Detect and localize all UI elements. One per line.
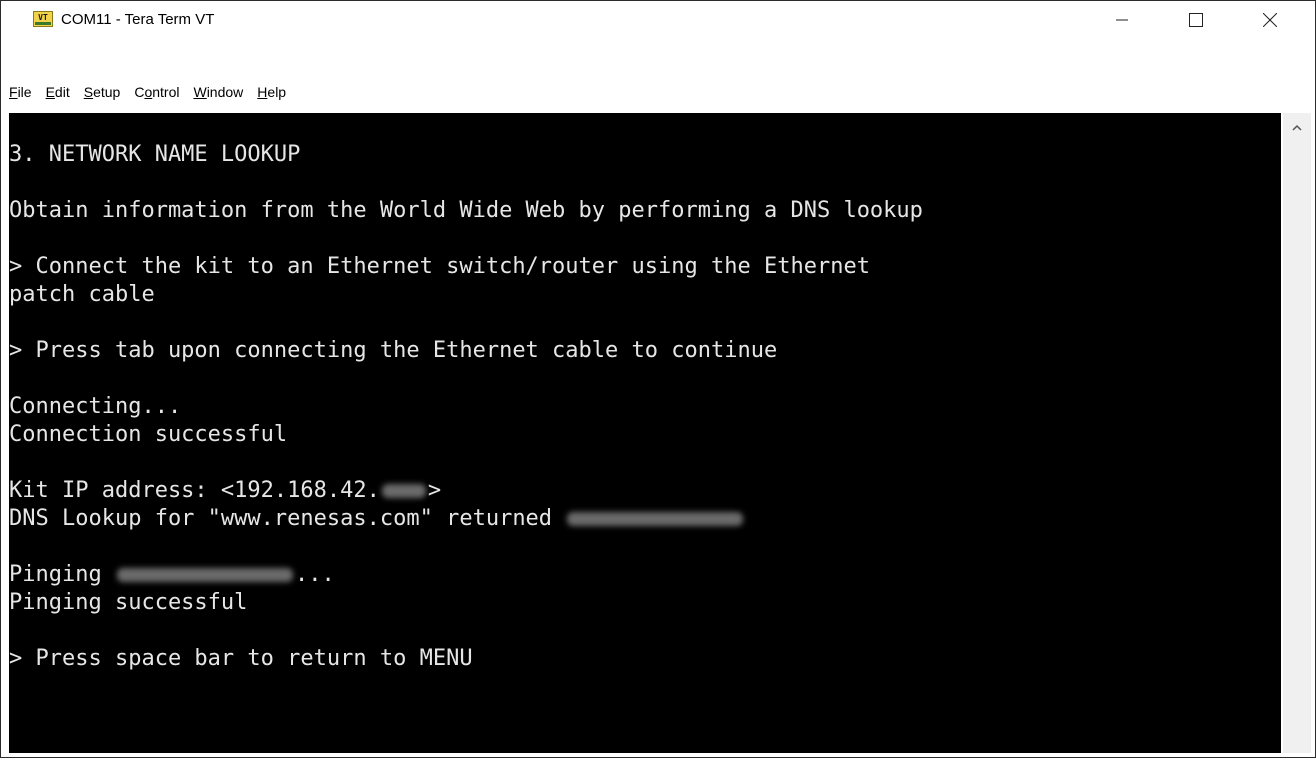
pinging-ellipsis: ... [294,562,335,587]
ip-address-prefix: Kit IP address: <192.168.42. [9,478,380,503]
vertical-scrollbar[interactable] [1283,113,1311,753]
dns-lookup-text: DNS Lookup for "www.renesas.com" returne… [9,506,566,531]
scroll-up-button[interactable] [1283,113,1311,141]
tera-term-window: VT COM11 - Tera Term VT File Edit Setup … [0,0,1316,758]
ip-address-suffix: > [427,478,442,503]
menu-control[interactable]: Control [134,84,179,100]
terminal-line: 3. NETWORK NAME LOOKUP [9,142,301,167]
minimize-icon [1116,19,1128,21]
menu-file[interactable]: File [9,84,32,100]
terminal-output: 3. NETWORK NAME LOOKUP Obtain informatio… [9,141,1281,671]
chevron-up-icon [1292,124,1302,131]
terminal-line: patch cable [9,282,155,307]
menu-bar: File Edit Setup Control Window Help [1,79,1315,105]
terminal-line: Pinging ... [9,561,335,589]
redacted-value [381,484,426,498]
terminal-screen[interactable]: 3. NETWORK NAME LOOKUP Obtain informatio… [9,113,1281,753]
terminal-line: > Connect the kit to an Ethernet switch/… [9,254,870,279]
menu-window[interactable]: Window [193,84,243,100]
window-title: COM11 - Tera Term VT [61,11,215,28]
terminal-line: Connection successful [9,422,288,447]
pinging-text: Pinging [9,562,115,587]
terminal-line: Connecting... [9,394,182,419]
terminal-line: > Press tab upon connecting the Ethernet… [9,338,778,363]
terminal-line: Pinging successful [9,590,248,615]
terminal-line: Obtain information from the World Wide W… [9,198,923,223]
terminal-line: DNS Lookup for "www.renesas.com" returne… [9,505,745,533]
redacted-value [116,568,293,582]
maximize-button[interactable] [1173,1,1219,39]
terminal-line: Kit IP address: <192.168.42. > [9,477,441,505]
redacted-value [567,512,744,526]
menu-edit[interactable]: Edit [46,84,70,100]
menu-help[interactable]: Help [257,84,286,100]
close-button[interactable] [1247,1,1293,39]
terminal-line: > Press space bar to return to MENU [9,646,473,671]
close-icon [1263,13,1277,27]
title-bar[interactable]: VT COM11 - Tera Term VT [1,1,1315,39]
menu-setup[interactable]: Setup [84,84,121,100]
tera-term-vt-icon[interactable]: VT [33,11,53,27]
maximize-icon [1189,13,1203,27]
minimize-button[interactable] [1099,1,1145,39]
